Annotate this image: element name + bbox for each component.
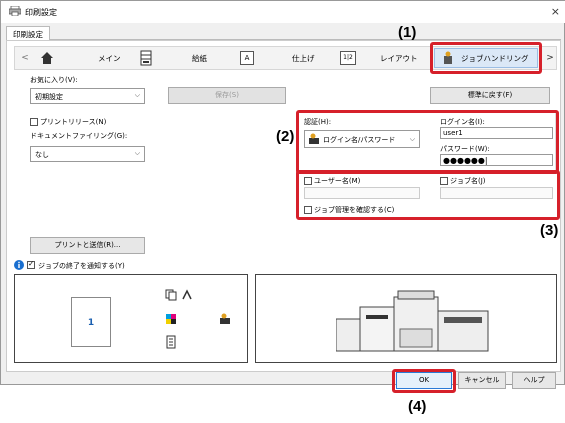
tab-print-settings[interactable]: 印刷設定	[6, 26, 50, 41]
home-icon	[41, 52, 53, 64]
ribbon-item-label: 仕上げ	[292, 53, 315, 63]
copies-icon	[165, 289, 177, 301]
doc-filing-value: なし	[35, 151, 49, 159]
favorites-select[interactable]: 初期設定 ⌵	[30, 88, 145, 104]
restore-default-button[interactable]: 標準に戻す(F)	[430, 87, 550, 104]
doc-filing-select[interactable]: なし ⌵	[30, 146, 145, 162]
document-icon	[166, 335, 176, 349]
ribbon-item-label: 給紙	[192, 53, 207, 63]
ribbon-prev-button[interactable]: <	[18, 49, 32, 67]
callout-box-1	[430, 42, 542, 74]
help-button[interactable]: ヘルプ	[512, 372, 556, 389]
notify-label: ジョブの終了を通知する(Y)	[38, 262, 125, 270]
A-page-icon: A	[240, 51, 254, 65]
ribbon-item-layout[interactable]: 1|2 レイアウト	[340, 48, 430, 68]
user-auth-icon	[220, 313, 230, 324]
printer-icon	[9, 6, 21, 16]
title-bar: 印刷設定 ×	[1, 1, 565, 23]
callout-label-2: (2)	[276, 128, 295, 145]
printer-machine-icon	[336, 290, 489, 352]
favorites-label: お気に入り(V):	[30, 76, 78, 84]
info-icon	[14, 260, 24, 270]
chevron-down-icon: ⌵	[134, 149, 140, 157]
staple-icon	[182, 289, 192, 300]
color-mode-icon	[166, 314, 176, 324]
callout-box-2	[296, 110, 559, 174]
close-icon[interactable]: ×	[551, 5, 560, 18]
doc-filing-label: ドキュメントファイリング(G):	[30, 132, 128, 140]
tab-strip	[6, 26, 561, 40]
favorites-value: 初期設定	[35, 93, 63, 101]
machine-preview	[255, 274, 557, 363]
ribbon-item-finishing[interactable]: A 仕上げ	[240, 48, 335, 68]
print-and-send-button[interactable]: プリントと送信(R)...	[30, 237, 145, 254]
ribbon-item-label: レイアウト	[380, 53, 418, 63]
callout-label-1: (1)	[398, 24, 417, 41]
print-release-label: プリントリリース(N)	[40, 118, 107, 126]
page-preview: 1	[14, 274, 248, 363]
ribbon-next-button[interactable]: >	[543, 49, 557, 67]
layout-icon: 1|2	[340, 51, 356, 65]
window-title: 印刷設定	[25, 8, 57, 17]
ribbon-item-paper[interactable]: 給紙	[140, 48, 235, 68]
paper-tray-icon	[140, 50, 152, 66]
page-thumbnail: 1	[71, 297, 111, 347]
callout-box-4	[392, 369, 456, 393]
callout-label-3: (3)	[540, 222, 559, 239]
callout-box-3	[296, 170, 560, 220]
print-release-checkbox[interactable]	[30, 118, 38, 126]
checkmark-icon: ✓	[28, 259, 35, 268]
save-button[interactable]: 保存(S)	[168, 87, 286, 104]
cancel-button[interactable]: キャンセル	[458, 372, 506, 389]
callout-label-4: (4)	[408, 398, 427, 415]
chevron-down-icon: ⌵	[134, 91, 140, 99]
ribbon-item-main[interactable]: メイン	[40, 48, 135, 68]
ribbon-item-label: メイン	[98, 53, 121, 63]
